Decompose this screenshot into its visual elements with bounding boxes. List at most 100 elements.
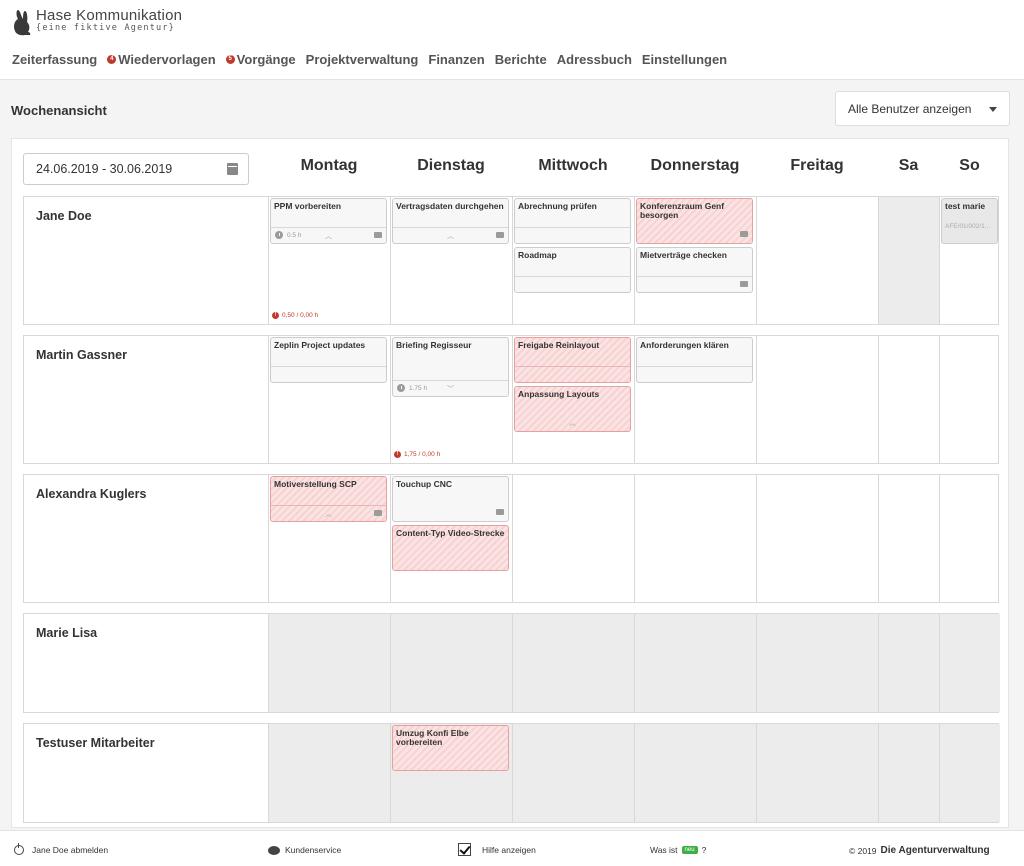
task-title: Anpassung Layouts xyxy=(518,389,600,399)
day-cell-weekend[interactable] xyxy=(878,197,939,324)
task-footer xyxy=(515,366,630,382)
comment-icon[interactable] xyxy=(496,509,504,515)
chevron-up-icon[interactable]: ︿ xyxy=(569,418,576,428)
employee-row: Testuser Mitarbeiter Umzug Konfi Elbe vo… xyxy=(23,723,1000,823)
task-title: Content-Typ Video-Strecke xyxy=(396,528,505,538)
nav-vorgaenge[interactable]: 5 Vorgänge xyxy=(225,52,296,67)
whats-new-suffix: ? xyxy=(701,845,707,855)
task-card-overdue[interactable]: Anpassung Layouts ︿ xyxy=(514,386,631,432)
comment-icon[interactable] xyxy=(374,232,382,238)
task-title: Touchup CNC xyxy=(396,479,453,489)
whats-new-link[interactable]: Was ist neu ? xyxy=(650,845,706,855)
employee-name: Testuser Mitarbeiter xyxy=(36,736,155,750)
nav-zeiterfassung[interactable]: Zeiterfassung xyxy=(12,52,97,67)
task-footer xyxy=(637,227,752,243)
task-card-overdue[interactable]: Konferenzraum Genf besorgen xyxy=(636,198,753,244)
logo-title: Hase Kommunikation xyxy=(36,7,183,24)
task-hours: 1.75 h xyxy=(409,385,428,392)
task-title: Vertragsdaten durchgehen xyxy=(396,201,504,211)
nav-label: Berichte xyxy=(494,52,547,67)
chevron-up-icon[interactable]: ︿ xyxy=(325,231,332,241)
power-icon xyxy=(14,843,24,855)
task-title: Anforderungen klären xyxy=(640,340,729,350)
logo-subtitle: {eine fiktive Agentur} xyxy=(36,23,175,33)
nav-projektverwaltung[interactable]: Projektverwaltung xyxy=(306,52,419,67)
employee-name: Jane Doe xyxy=(36,209,92,223)
day-cell-unavailable xyxy=(939,614,1000,712)
task-card[interactable]: Roadmap xyxy=(514,247,631,293)
comment-icon[interactable] xyxy=(740,231,748,237)
task-footer: 0.5 h ︿ xyxy=(271,227,386,243)
task-title: Briefing Regisseur xyxy=(396,340,472,350)
day-header-freitag: Freitag xyxy=(790,157,844,174)
task-title: Motiverstellung SCP xyxy=(274,479,357,489)
date-range-picker[interactable]: 24.06.2019 - 30.06.2019 xyxy=(23,153,249,185)
day-cell-weekend[interactable] xyxy=(878,475,939,602)
footer: Jane Doe abmelden Kundenservice Hilfe an… xyxy=(0,830,1024,866)
task-card-overdue[interactable]: Umzug Konfi Elbe vorbereiten xyxy=(392,725,509,771)
day-cell[interactable] xyxy=(756,475,878,602)
date-range-value: 24.06.2019 - 30.06.2019 xyxy=(36,162,173,176)
support-link[interactable]: Kundenservice xyxy=(268,845,341,855)
day-cell[interactable] xyxy=(512,475,634,602)
chevron-up-icon[interactable]: ︿ xyxy=(447,231,454,241)
help-toggle[interactable]: Hilfe anzeigen xyxy=(458,843,536,856)
task-card[interactable]: Anforderungen klären xyxy=(636,337,753,383)
user-filter-select[interactable]: Alle Benutzer anzeigen xyxy=(835,91,1010,126)
task-card[interactable]: Zeplin Project updates xyxy=(270,337,387,383)
day-cell-unavailable xyxy=(512,724,634,822)
task-title: Abrechnung prüfen xyxy=(518,201,597,211)
day-cell-weekend[interactable] xyxy=(878,336,939,463)
task-card[interactable]: Touchup CNC xyxy=(392,476,509,522)
task-card[interactable]: PPM vorbereiten 0.5 h ︿ xyxy=(270,198,387,244)
task-title: Umzug Konfi Elbe vorbereiten xyxy=(396,728,469,747)
task-footer: ︿ xyxy=(515,415,630,431)
task-card[interactable]: Vertragsdaten durchgehen ︿ xyxy=(392,198,509,244)
day-cell-weekend[interactable] xyxy=(939,336,1000,463)
comment-icon[interactable] xyxy=(374,510,382,516)
nav-wiedervorlagen[interactable]: 4 Wiedervorlagen xyxy=(107,52,216,67)
employee-row: Jane Doe PPM vorbereiten 0.5 h ︿ Vertrag… xyxy=(23,196,999,325)
warning-icon: ! xyxy=(394,451,401,458)
nav-einstellungen[interactable]: Einstellungen xyxy=(642,52,727,67)
task-title: Roadmap xyxy=(518,250,557,260)
overtime-indicator: ! 0,50 / 0,00 h xyxy=(272,312,318,319)
comment-icon[interactable] xyxy=(496,232,504,238)
day-cell[interactable] xyxy=(634,475,756,602)
clock-icon xyxy=(275,231,283,239)
logout-link[interactable]: Jane Doe abmelden xyxy=(14,843,109,855)
day-header-donnerstag: Donnerstag xyxy=(650,157,740,174)
day-header-montag: Montag xyxy=(300,157,358,174)
task-card-overdue[interactable]: Motiverstellung SCP ︿ xyxy=(270,476,387,522)
task-card-overdue[interactable]: Freigabe Reinlayout xyxy=(514,337,631,383)
task-title: Freigabe Reinlayout xyxy=(518,340,600,350)
chevron-down-icon[interactable]: ﹀ xyxy=(447,384,454,394)
copyright: © 2019 Die Agenturverwaltung xyxy=(849,845,990,856)
calendar-icon xyxy=(227,163,238,175)
logo[interactable]: Hase Kommunikation {eine fiktive Agentur… xyxy=(10,8,182,38)
nav-finanzen[interactable]: Finanzen xyxy=(428,52,484,67)
task-card[interactable]: Briefing Regisseur 1.75 h ﹀ xyxy=(392,337,509,397)
task-card[interactable]: Mietverträge checken xyxy=(636,247,753,293)
employee-row: Alexandra Kuglers Motiverstellung SCP ︿ … xyxy=(23,474,999,603)
task-card-overdue[interactable]: Content-Typ Video-Strecke xyxy=(392,525,509,571)
day-cell[interactable] xyxy=(756,336,878,463)
task-footer xyxy=(515,227,630,243)
task-card[interactable]: Abrechnung prüfen xyxy=(514,198,631,244)
day-cell[interactable] xyxy=(756,197,878,324)
copyright-text: © 2019 xyxy=(849,845,877,856)
chevron-up-icon[interactable]: ︿ xyxy=(325,509,332,519)
task-card[interactable]: test marie AFE/01/002/1... xyxy=(941,198,998,244)
chat-bubble-icon xyxy=(268,845,280,855)
day-cell-weekend[interactable] xyxy=(939,475,1000,602)
rabbit-logo-icon xyxy=(14,10,31,36)
overtime-value: 0,50 / 0,00 h xyxy=(282,312,319,319)
nav-adressbuch[interactable]: Adressbuch xyxy=(557,52,632,67)
comment-icon[interactable] xyxy=(740,281,748,287)
day-cell-unavailable xyxy=(268,614,390,712)
new-badge: neu xyxy=(681,846,698,854)
logout-label: Jane Doe abmelden xyxy=(32,845,109,855)
nav-label: Adressbuch xyxy=(556,52,632,67)
nav-berichte[interactable]: Berichte xyxy=(495,52,547,67)
help-checkbox[interactable] xyxy=(458,843,471,856)
